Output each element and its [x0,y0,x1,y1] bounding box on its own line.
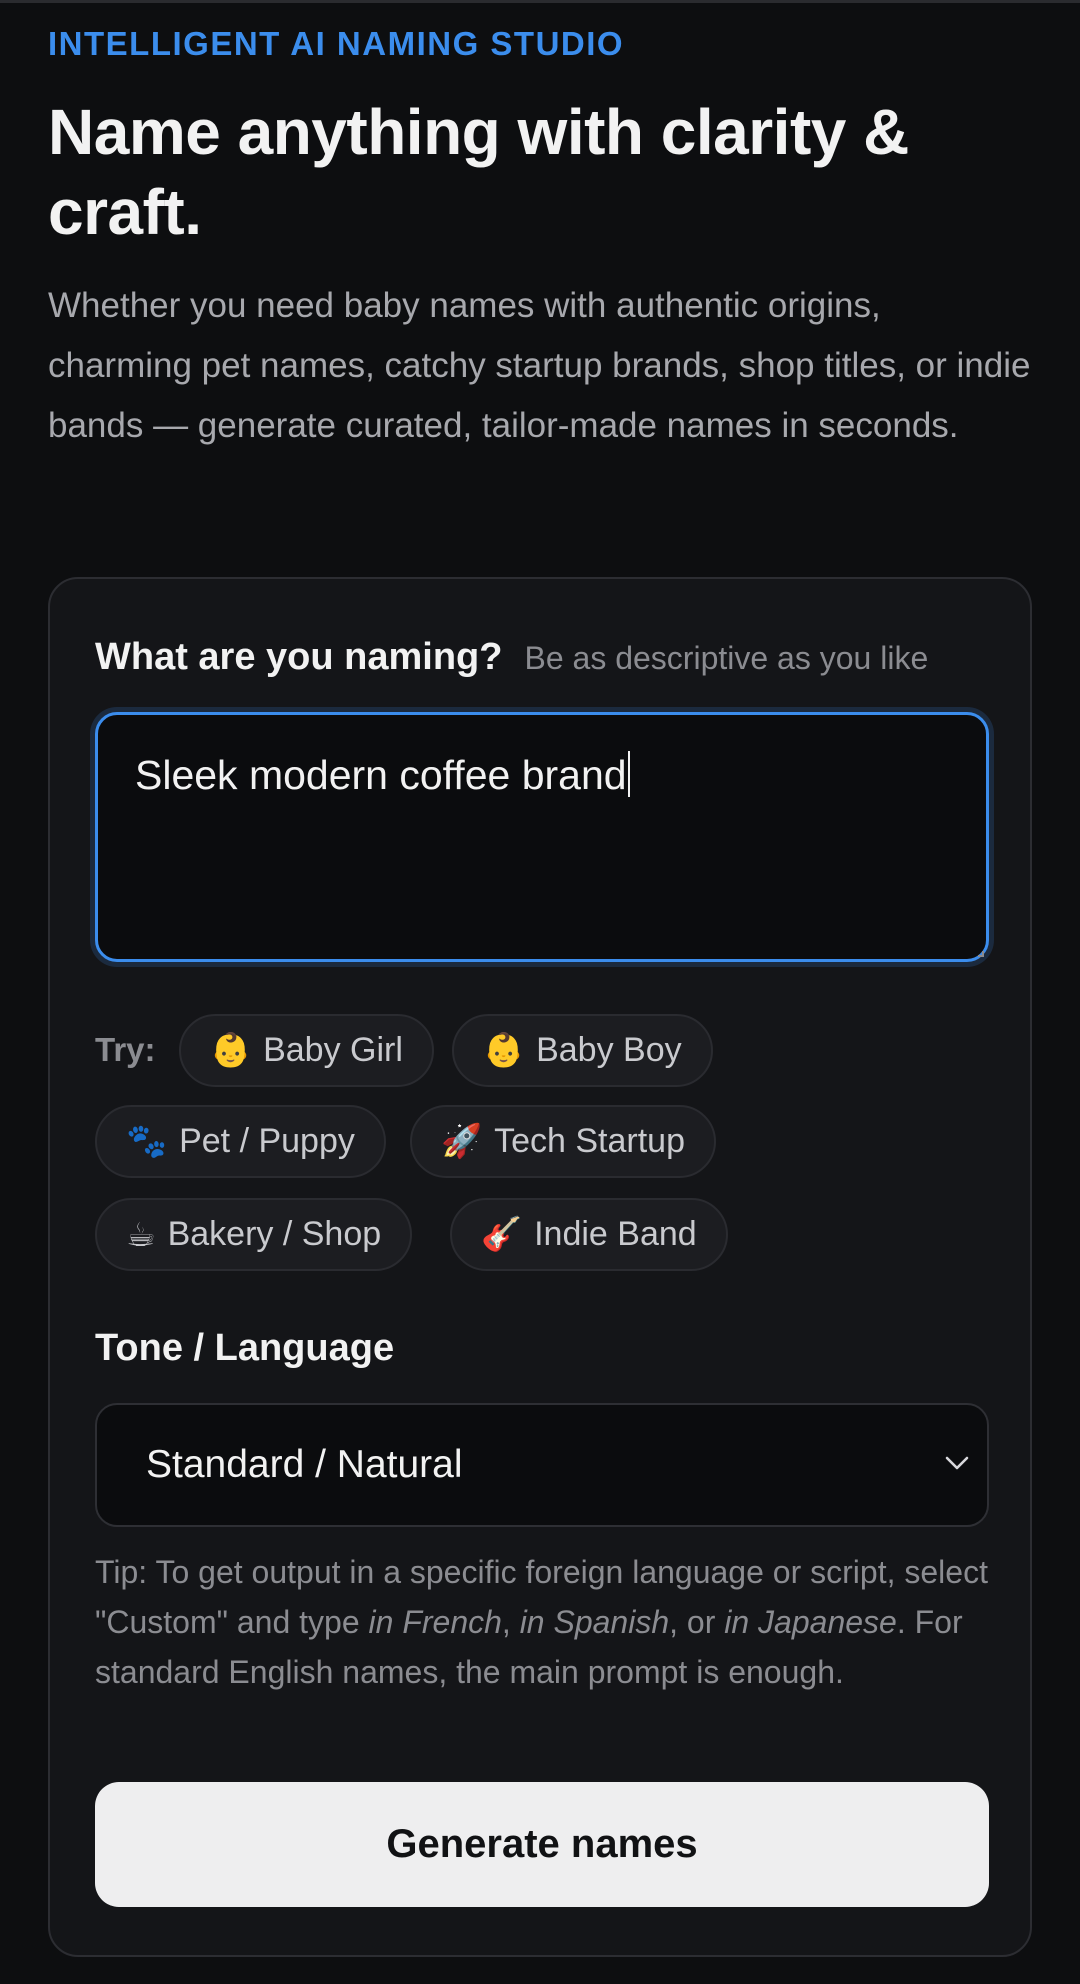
naming-field-label: What are you naming? Be as descriptive a… [95,636,928,679]
top-divider [0,0,1080,3]
suggestion-chip-bakery-shop[interactable]: ☕ Bakery / Shop [95,1198,413,1271]
language-tip: Tip: To get output in a specific foreign… [95,1554,988,1690]
eyebrow-label: INTELLIGENT AI NAMING STUDIO [48,25,625,62]
suggestion-chip-tech-startup[interactable]: 🚀 Tech Startup [410,1105,716,1178]
tone-selected-value: Standard / Natural [146,1443,463,1486]
resize-handle-icon[interactable] [978,951,984,957]
chip-label: Baby Girl [263,1031,403,1069]
baby-emoji-icon: 👶 [210,1031,252,1068]
tone-language-label: Tone / Language [95,1327,395,1369]
naming-form-card: What are you naming? Be as descriptive a… [48,577,1032,1957]
chip-label: Baby Boy [536,1031,682,1069]
naming-textarea-value: Sleek modern coffee brand [135,751,630,799]
page-title: Name anything with clarity & craft. [48,96,909,248]
guitar-emoji-icon: 🎸 [481,1215,523,1252]
page-subtitle: Whether you need baby names with authent… [48,286,1031,445]
baby-emoji-icon: 👶 [483,1031,525,1068]
chip-label: Pet / Puppy [179,1122,355,1160]
suggestion-chip-pet-puppy[interactable]: 🐾 Pet / Puppy [95,1105,386,1178]
chip-label: Tech Startup [494,1122,685,1160]
tone-language-select[interactable]: Standard / Natural [95,1403,989,1527]
rocket-emoji-icon: 🚀 [441,1122,483,1159]
naming-hint: Be as descriptive as you like [524,640,929,676]
try-label: Try: [95,1031,156,1068]
text-caret [627,751,630,797]
suggestion-chip-baby-boy[interactable]: 👶 Baby Boy [452,1014,713,1087]
chip-label: Indie Band [534,1215,697,1253]
paw-emoji-icon: 🐾 [126,1122,168,1159]
naming-textarea[interactable]: Sleek modern coffee brand [95,712,989,962]
generate-names-button[interactable]: Generate names [95,1782,989,1907]
suggestion-chip-baby-girl[interactable]: 👶 Baby Girl [179,1014,434,1087]
naming-label: What are you naming? [95,636,503,678]
chevron-down-icon [945,1456,969,1470]
chip-label: Bakery / Shop [167,1215,382,1253]
suggestion-chip-indie-band[interactable]: 🎸 Indie Band [450,1198,728,1271]
coffee-emoji-icon: ☕ [126,1216,156,1253]
